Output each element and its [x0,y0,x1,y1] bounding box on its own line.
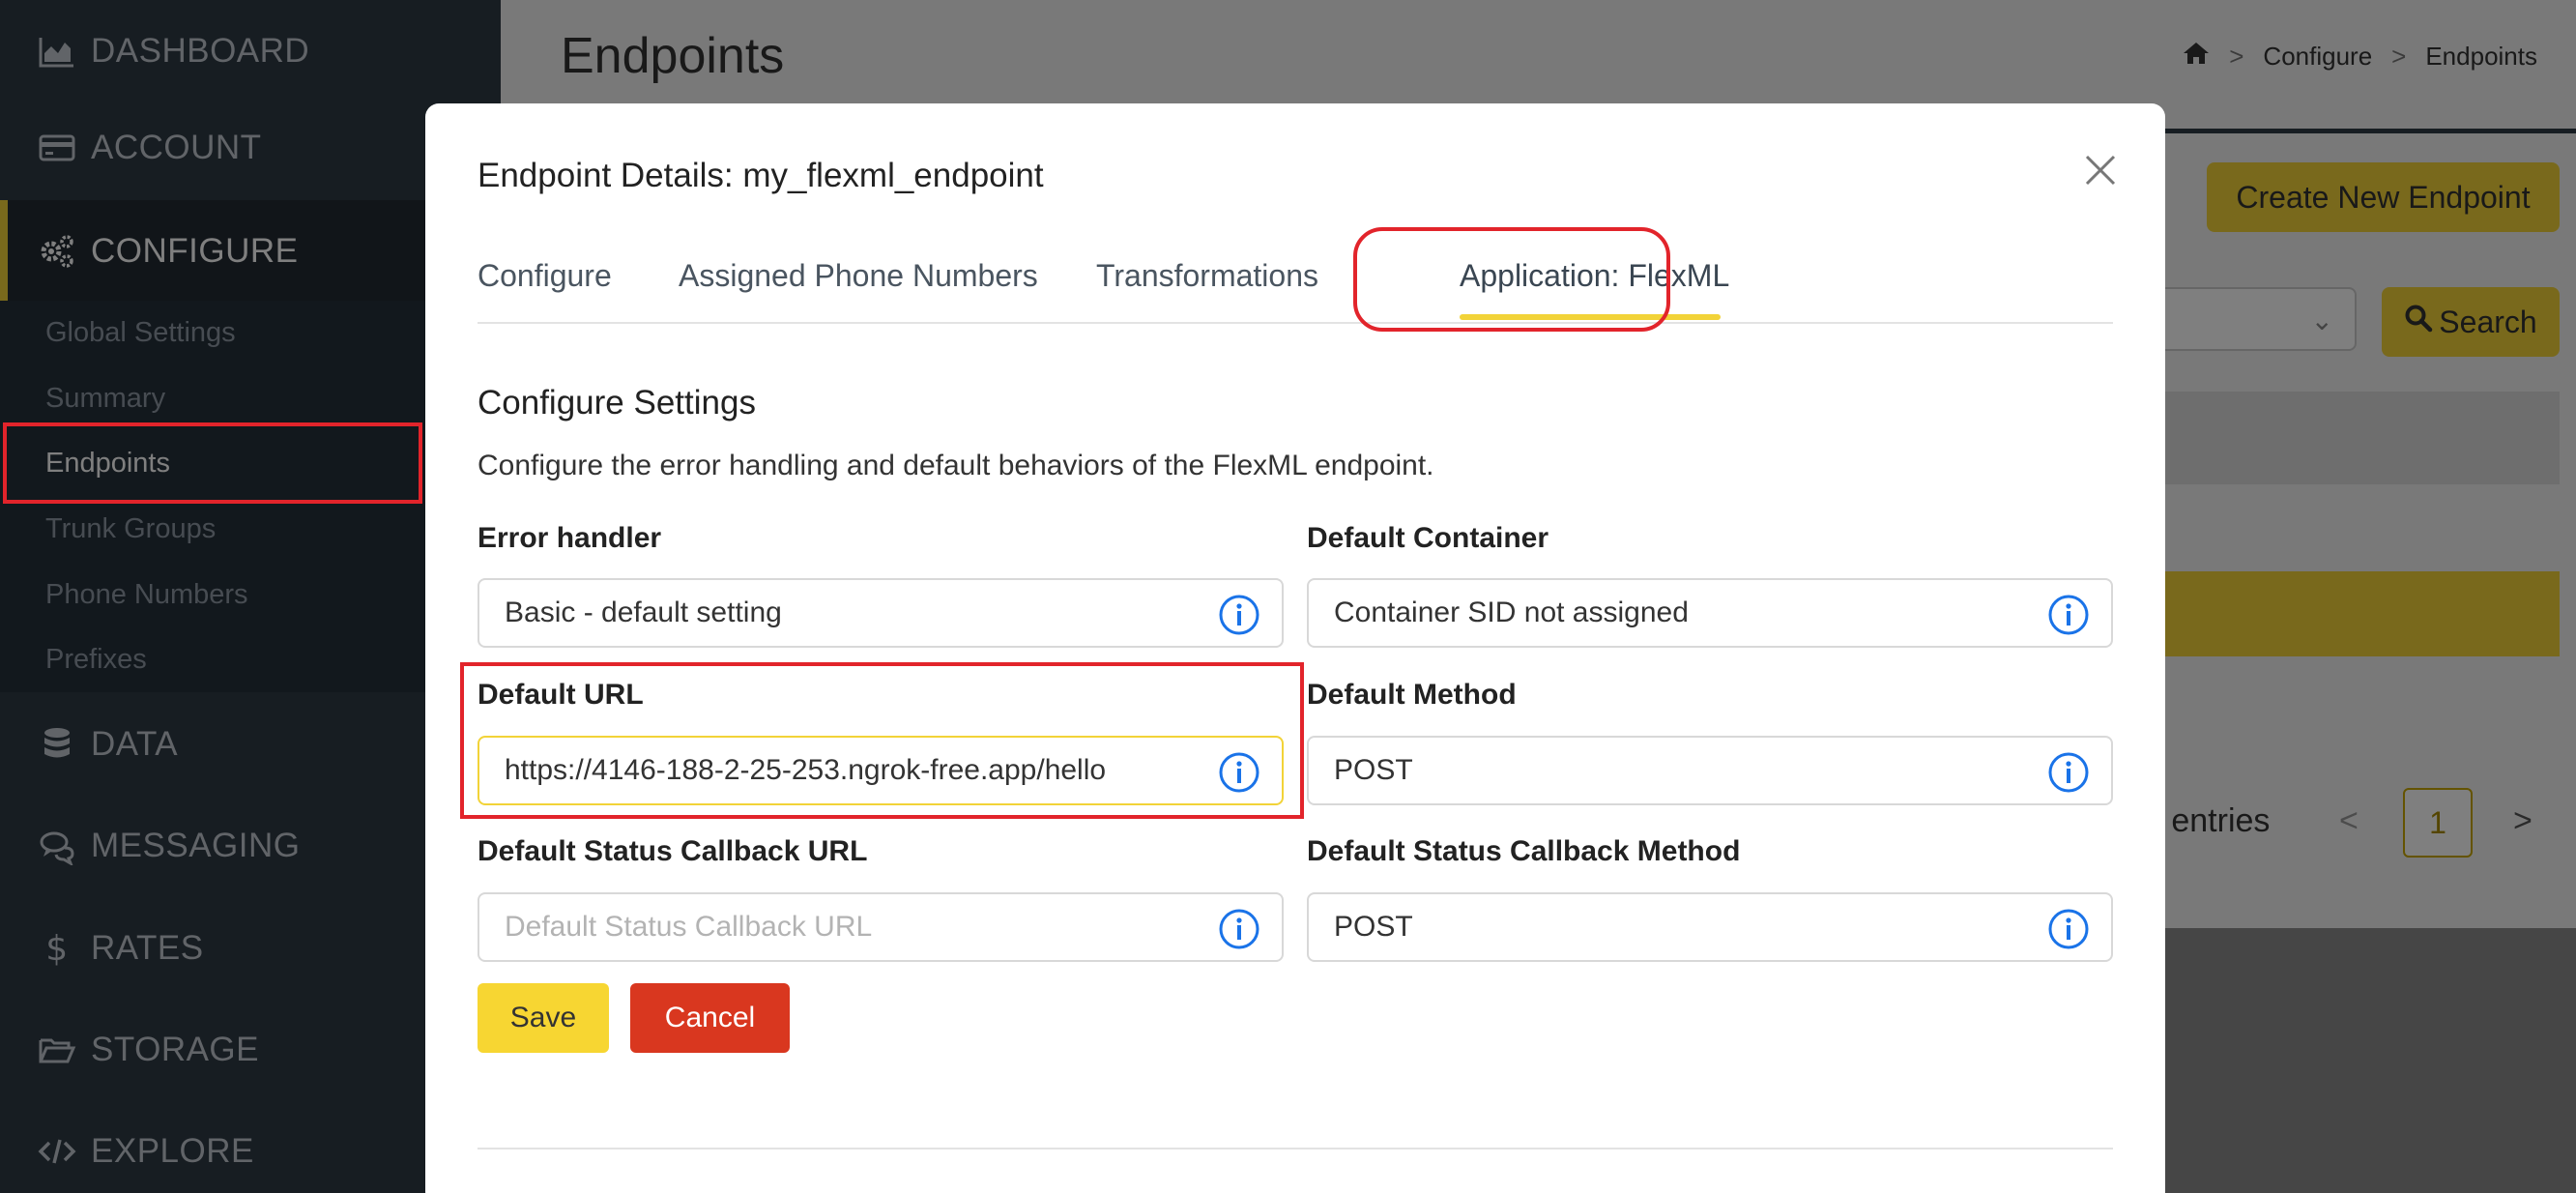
info-icon[interactable] [1218,908,1260,950]
annotation-highlight-default-url [460,662,1304,819]
default-container-select[interactable]: Container SID not assigned [1307,578,2113,648]
default-method-value: POST [1334,754,1413,786]
tab-bar: Configure Assigned Phone Numbers Transfo… [478,248,2113,324]
section-description: Configure the error handling and default… [478,450,1434,481]
error-handler-label: Error handler [478,522,662,554]
annotation-highlight-endpoints [3,422,422,504]
status-callback-method-select[interactable]: POST [1307,892,2113,962]
section-title: Configure Settings [478,384,756,422]
info-icon[interactable] [2047,751,2090,794]
status-callback-method-label: Default Status Callback Method [1307,835,1741,867]
status-callback-method-value: POST [1334,911,1413,943]
status-callback-url-placeholder: Default Status Callback URL [505,911,873,943]
info-icon[interactable] [2047,908,2090,950]
default-method-label: Default Method [1307,679,1517,711]
default-method-select[interactable]: POST [1307,736,2113,805]
save-button[interactable]: Save [478,983,609,1053]
tab-transformations[interactable]: Transformations [1096,258,1318,294]
close-icon [2085,155,2116,186]
close-button[interactable] [2076,146,2125,194]
annotation-highlight-tab [1353,227,1670,332]
default-container-label: Default Container [1307,522,1549,554]
cancel-button[interactable]: Cancel [630,983,790,1053]
default-container-value: Container SID not assigned [1334,596,1689,628]
endpoint-details-modal: Endpoint Details: my_flexml_endpoint Con… [425,103,2165,1193]
modal-divider [478,1148,2113,1149]
status-callback-url-label: Default Status Callback URL [478,835,868,867]
modal-title: Endpoint Details: my_flexml_endpoint [478,157,1044,194]
info-icon[interactable] [1218,594,1260,636]
tab-assigned-phone-numbers[interactable]: Assigned Phone Numbers [679,258,1038,294]
error-handler-value: Basic - default setting [505,596,782,628]
status-callback-url-input[interactable]: Default Status Callback URL [478,892,1284,962]
error-handler-select[interactable]: Basic - default setting [478,578,1284,648]
tab-configure[interactable]: Configure [478,258,612,294]
info-icon[interactable] [2047,594,2090,636]
